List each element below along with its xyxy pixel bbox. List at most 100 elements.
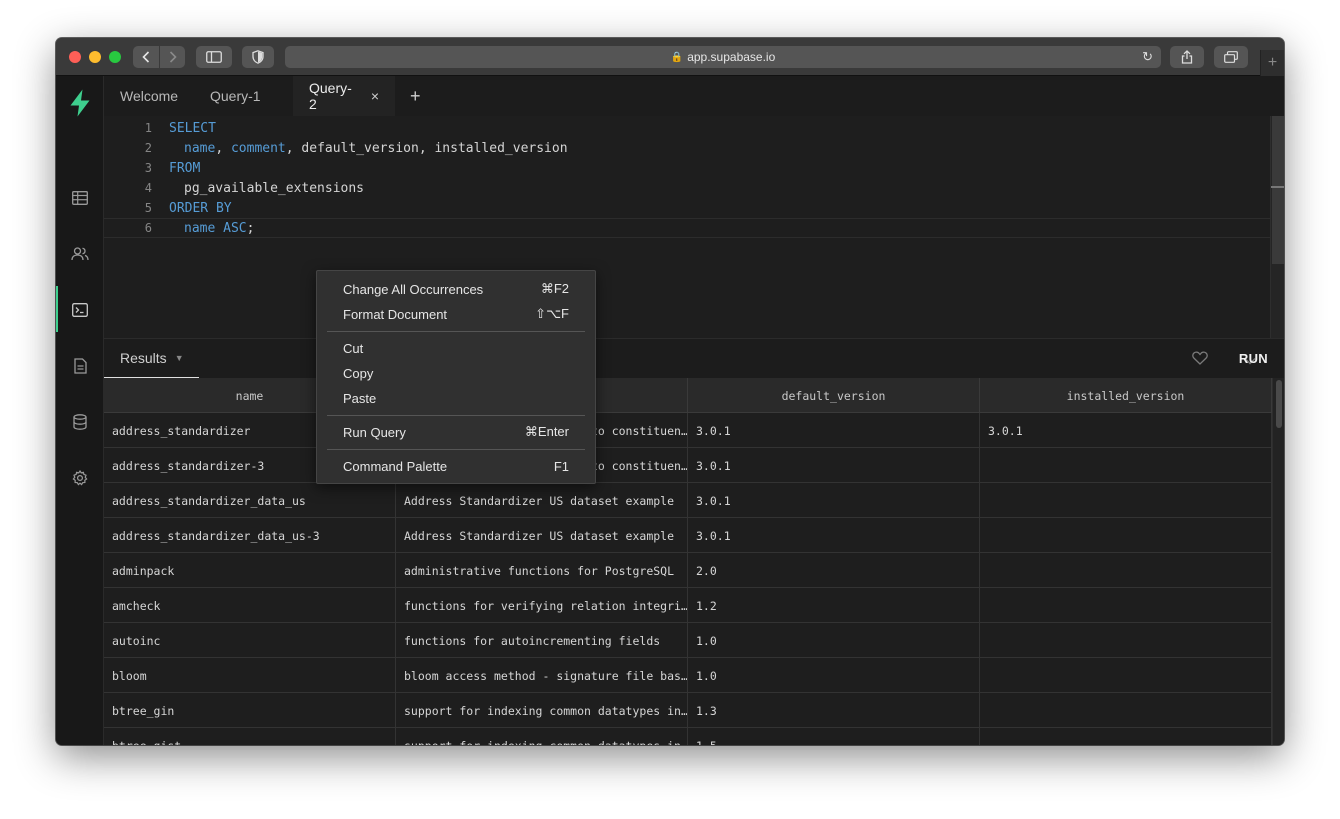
cell-name[interactable]: adminpack <box>104 553 396 588</box>
table-row[interactable]: btree_gistsupport for indexing common da… <box>104 728 1272 745</box>
code-text: SELECT <box>169 121 216 136</box>
cell-default-version[interactable]: 1.3 <box>688 693 980 728</box>
cell-comment[interactable]: administrative functions for PostgreSQL <box>396 553 688 588</box>
forward-button[interactable] <box>159 46 185 68</box>
menu-item-shortcut: ⌘F2 <box>540 281 569 296</box>
menu-item-run-query[interactable]: Run Query ⌘Enter <box>317 420 595 444</box>
sidebar-item-table-editor[interactable] <box>56 186 104 210</box>
table-row[interactable]: autoinc functions for autoincrementing fi… <box>104 623 1272 658</box>
cell-comment[interactable]: support for indexing common datatypes in… <box>396 728 688 745</box>
share-button[interactable] <box>1170 46 1204 68</box>
cell-installed-version[interactable] <box>980 623 1272 658</box>
cell-comment[interactable]: support for indexing common datatypes in… <box>396 693 688 728</box>
table-row[interactable]: address_standardizerUsed to parse an add… <box>104 413 1272 448</box>
sidebar-item-settings[interactable] <box>56 466 104 490</box>
sql-editor[interactable]: 1 SELECT 2 name, comment, default_versio… <box>104 116 1284 338</box>
cell-installed-version[interactable] <box>980 448 1272 483</box>
cell-installed-version[interactable] <box>980 658 1272 693</box>
cell-name[interactable]: address_standardizer_data_us <box>104 483 396 518</box>
code-line: 1 SELECT <box>104 118 1270 138</box>
cell-name[interactable]: bloom <box>104 658 396 693</box>
sidebar-toggle-button[interactable] <box>196 46 232 68</box>
scrollbar-thumb[interactable] <box>1276 380 1282 428</box>
menu-item-cut[interactable]: Cut <box>317 336 595 360</box>
cell-default-version[interactable]: 3.0.1 <box>688 483 980 518</box>
menu-item-label: Copy <box>343 365 374 381</box>
keyword-token: comment <box>230 140 286 156</box>
menu-item-command-palette[interactable]: Command Palette F1 <box>317 454 595 478</box>
cell-name[interactable]: btree_gin <box>104 693 396 728</box>
bolt-logo-icon <box>70 89 90 117</box>
cell-installed-version[interactable] <box>980 483 1272 518</box>
heart-icon <box>1192 351 1208 365</box>
cell-installed-version[interactable] <box>980 518 1272 553</box>
supabase-logo[interactable] <box>56 88 104 118</box>
cell-comment[interactable]: Address Standardizer US dataset example <box>396 518 688 553</box>
table-row[interactable]: address_standardizer_data_us Address Stan… <box>104 483 1272 518</box>
scrollbar-thumb[interactable] <box>1272 116 1284 264</box>
table-row[interactable]: adminpack administrative functions for Po… <box>104 553 1272 588</box>
cell-installed-version[interactable] <box>980 728 1272 745</box>
editor-scrollbar[interactable] <box>1270 116 1284 338</box>
cell-name[interactable]: amcheck <box>104 588 396 623</box>
sidebar-item-database[interactable] <box>56 410 104 434</box>
cell-default-version[interactable]: 3.0.1 <box>688 413 980 448</box>
sidebar-item-auth[interactable] <box>56 242 104 266</box>
menu-item-label: Cut <box>343 340 364 356</box>
sidebar-item-docs[interactable] <box>56 354 104 378</box>
column-header-installed-version[interactable]: installed_version <box>980 378 1272 413</box>
table-row[interactable]: amcheck functions for verifying relation … <box>104 588 1272 623</box>
cell-default-version[interactable]: 3.0.1 <box>688 518 980 553</box>
address-bar[interactable]: 🔒 app.supabase.io ↻ <box>285 46 1161 68</box>
close-tab-icon[interactable]: × <box>371 88 379 104</box>
tabs-overview-button[interactable] <box>1214 46 1248 68</box>
cell-comment[interactable]: bloom access method - signature file bas… <box>396 658 688 693</box>
cell-default-version[interactable]: 1.2 <box>688 588 980 623</box>
cell-name[interactable]: address_standardizer_data_us-3 <box>104 518 396 553</box>
menu-item-label: Run Query <box>343 424 406 440</box>
cell-installed-version[interactable] <box>980 553 1272 588</box>
column-header-default-version[interactable]: default_version <box>688 378 980 413</box>
tab-query-2[interactable]: Query-2 × <box>293 76 395 116</box>
cell-name[interactable]: btree_gist <box>104 728 396 745</box>
gear-icon <box>72 470 88 486</box>
back-button[interactable] <box>133 46 159 68</box>
results-tab[interactable]: Results ▼ <box>104 339 199 379</box>
menu-item-change-all-occurrences[interactable]: Change All Occurrences ⌘F2 <box>317 277 595 301</box>
sidebar-item-sql-editor[interactable] <box>56 298 104 322</box>
run-button[interactable]: RUN <box>1239 351 1268 366</box>
cell-installed-version[interactable] <box>980 588 1272 623</box>
cell-comment[interactable]: functions for autoincrementing fields <box>396 623 688 658</box>
menu-item-format-document[interactable]: Format Document ⇧⌥F <box>317 302 595 326</box>
new-browser-tab-button[interactable]: + <box>1260 50 1284 76</box>
add-tab-button[interactable]: + <box>410 76 421 116</box>
menu-item-paste[interactable]: Paste <box>317 386 595 410</box>
code-text: ORDER BY <box>169 201 232 216</box>
grid-scrollbar[interactable] <box>1272 378 1284 745</box>
cell-default-version[interactable]: 1.0 <box>688 623 980 658</box>
favorite-button[interactable] <box>1192 351 1208 368</box>
cell-default-version[interactable]: 2.0 <box>688 553 980 588</box>
maximize-window-button[interactable] <box>109 51 121 63</box>
cell-default-version[interactable]: 1.0 <box>688 658 980 693</box>
close-window-button[interactable] <box>69 51 81 63</box>
tab-query-1[interactable]: Query-1 <box>210 76 261 116</box>
privacy-shield-button[interactable] <box>242 46 274 68</box>
cell-name[interactable]: autoinc <box>104 623 396 658</box>
menu-item-copy[interactable]: Copy <box>317 361 595 385</box>
cell-comment[interactable]: Address Standardizer US dataset example <box>396 483 688 518</box>
cell-comment[interactable]: functions for verifying relation integri… <box>396 588 688 623</box>
menu-item-label: Command Palette <box>343 458 448 474</box>
table-row[interactable]: bloom bloom access method - signature fil… <box>104 658 1272 693</box>
reload-icon[interactable]: ↻ <box>1142 49 1153 65</box>
cell-default-version[interactable]: 3.0.1 <box>688 448 980 483</box>
cell-installed-version[interactable]: 3.0.1 <box>980 413 1272 448</box>
tab-welcome[interactable]: Welcome <box>120 76 178 116</box>
sidebar-item-account[interactable] <box>56 743 104 745</box>
table-row[interactable]: address_standardizer_data_us-3 Address St… <box>104 518 1272 553</box>
table-row[interactable]: address_standardizer-3Used to parse an a… <box>104 448 1272 483</box>
cell-default-version[interactable]: 1.5 <box>688 728 980 745</box>
table-row[interactable]: btree_gin support for indexing common dat… <box>104 693 1272 728</box>
minimize-window-button[interactable] <box>89 51 101 63</box>
cell-installed-version[interactable] <box>980 693 1272 728</box>
